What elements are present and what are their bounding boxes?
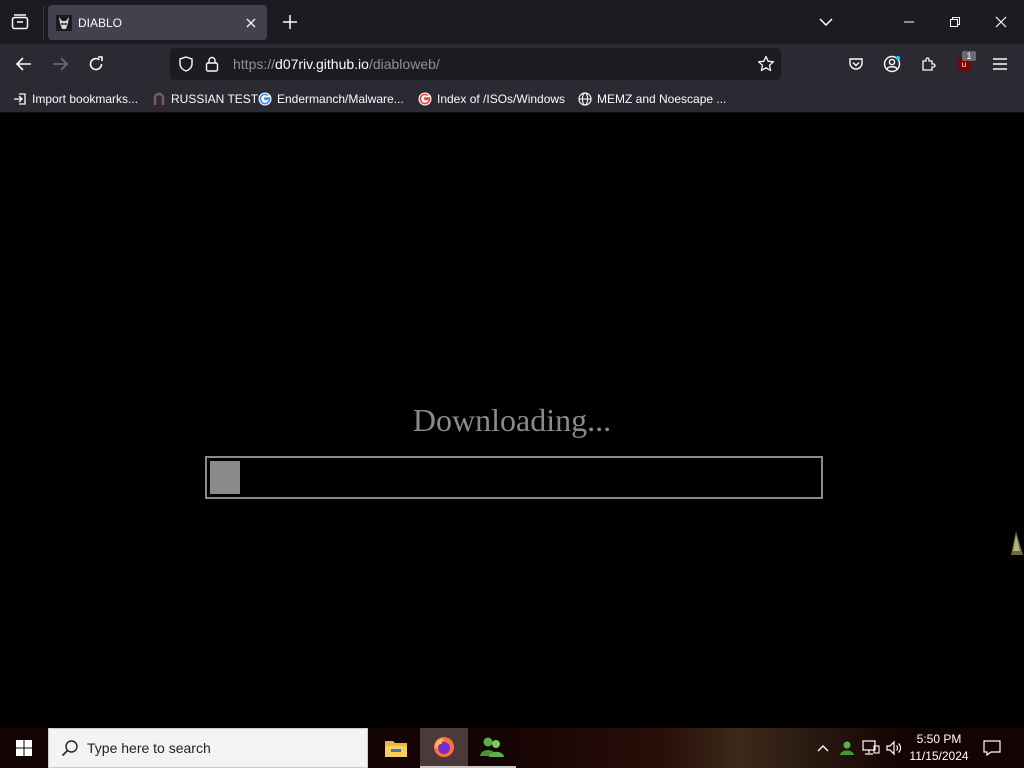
chevron-down-icon bbox=[819, 18, 833, 26]
download-progress-bar bbox=[205, 456, 823, 499]
bookmark-label: MEMZ and Noescape ... bbox=[597, 92, 727, 106]
tab-strip: DIABLO bbox=[0, 0, 1024, 44]
navigation-toolbar: https://d07riv.github.io/diabloweb/ u 1 bbox=[0, 44, 1024, 84]
windows-logo-icon bbox=[16, 740, 32, 756]
bookmark-label: Import bookmarks... bbox=[32, 92, 139, 106]
bookmark-index-isos[interactable]: Index of /ISOs/Windows bbox=[417, 90, 565, 108]
restore-button[interactable] bbox=[943, 10, 967, 34]
firefox-view-icon bbox=[11, 14, 29, 30]
restore-icon bbox=[950, 17, 960, 27]
notification-icon bbox=[983, 740, 1001, 756]
game-cursor-sprite bbox=[1011, 531, 1023, 555]
pocket-button[interactable] bbox=[844, 52, 868, 76]
tab-separator bbox=[43, 6, 44, 40]
clock-date: 11/15/2024 bbox=[909, 749, 969, 763]
url-text[interactable]: https://d07riv.github.io/diabloweb/ bbox=[233, 56, 440, 72]
bookmark-star-icon[interactable] bbox=[757, 55, 775, 73]
close-icon bbox=[246, 18, 255, 27]
svg-text:u: u bbox=[962, 60, 966, 69]
reload-icon bbox=[89, 56, 103, 71]
network-icon bbox=[862, 740, 880, 755]
taskbar-clock[interactable]: 5:50 PM 11/15/2024 bbox=[903, 731, 975, 765]
firefox-icon bbox=[434, 737, 454, 757]
tab-diablo[interactable]: DIABLO bbox=[48, 5, 267, 40]
diablo-favicon-icon bbox=[56, 14, 72, 31]
minimize-button[interactable] bbox=[897, 10, 921, 34]
taskbar-search-box[interactable]: Type here to search bbox=[48, 728, 368, 768]
google-icon bbox=[417, 91, 433, 107]
search-icon bbox=[61, 740, 78, 757]
url-host: d07riv.github.io bbox=[275, 56, 369, 72]
bookmark-label: Index of /ISOs/Windows bbox=[437, 92, 566, 106]
back-button[interactable] bbox=[12, 52, 36, 76]
chevron-up-icon bbox=[817, 745, 829, 752]
bookmark-memz[interactable]: MEMZ and Noescape ... bbox=[577, 90, 726, 108]
reload-button[interactable] bbox=[84, 52, 108, 76]
plus-icon bbox=[283, 15, 297, 29]
folder-icon bbox=[385, 741, 407, 757]
network-button[interactable] bbox=[860, 736, 882, 760]
bookmarks-toolbar: Import bookmarks... RUSSIAN TEST Enderma… bbox=[0, 84, 1024, 113]
bookmark-russian-test[interactable]: RUSSIAN TEST bbox=[151, 90, 258, 108]
import-icon bbox=[12, 91, 28, 107]
close-window-icon bbox=[995, 16, 1007, 28]
hamburger-menu-icon bbox=[993, 58, 1007, 70]
google-icon bbox=[257, 91, 273, 107]
tracking-shield-icon[interactable] bbox=[178, 56, 194, 72]
arrow-left-icon bbox=[16, 57, 31, 71]
pocket-icon bbox=[849, 58, 863, 70]
show-hidden-icons-button[interactable] bbox=[812, 736, 834, 760]
url-scheme: https:// bbox=[233, 56, 276, 72]
horseshoe-icon bbox=[151, 91, 167, 107]
arrow-right-icon bbox=[53, 57, 68, 71]
account-button[interactable] bbox=[880, 52, 904, 76]
puzzle-icon bbox=[922, 57, 936, 71]
tab-close-button[interactable] bbox=[242, 14, 259, 31]
speaker-icon bbox=[886, 740, 902, 756]
bookmark-label: Endermanch/Malware... bbox=[277, 92, 404, 106]
lock-icon[interactable] bbox=[205, 56, 219, 72]
close-window-button[interactable] bbox=[989, 10, 1013, 34]
extensions-button[interactable] bbox=[916, 52, 940, 76]
tray-people-icon-button[interactable] bbox=[836, 736, 858, 760]
search-placeholder: Type here to search bbox=[87, 740, 211, 756]
list-all-tabs-button[interactable] bbox=[814, 10, 838, 34]
bookmark-endermanch[interactable]: Endermanch/Malware... bbox=[257, 90, 404, 108]
globe-icon bbox=[577, 91, 593, 107]
address-bar[interactable]: https://d07riv.github.io/diabloweb/ bbox=[170, 48, 781, 80]
url-path: /diabloweb/ bbox=[368, 56, 440, 72]
clock-time: 5:50 PM bbox=[916, 732, 962, 746]
forward-button[interactable] bbox=[48, 52, 72, 76]
progress-fill bbox=[210, 461, 240, 494]
users-icon bbox=[480, 737, 504, 757]
loading-text: Downloading... bbox=[412, 402, 612, 438]
page-content: Downloading... bbox=[0, 113, 1024, 728]
bookmark-label: RUSSIAN TEST bbox=[171, 92, 259, 106]
bookmark-import[interactable]: Import bookmarks... bbox=[12, 90, 138, 108]
new-tab-button[interactable] bbox=[280, 12, 300, 32]
account-icon bbox=[883, 55, 901, 73]
notifications-button[interactable] bbox=[980, 736, 1004, 760]
minimize-icon bbox=[904, 21, 914, 23]
extension-badge: 1 bbox=[962, 51, 976, 61]
app-menu-button[interactable] bbox=[988, 52, 1012, 76]
firefox-view-button[interactable] bbox=[8, 10, 32, 34]
start-button[interactable] bbox=[0, 728, 48, 768]
taskbar-people-app[interactable] bbox=[468, 728, 516, 768]
windows-taskbar: Type here to search 5:50 PM 11/15/2024 bbox=[0, 728, 1024, 768]
people-tray-icon bbox=[840, 741, 854, 755]
volume-button[interactable] bbox=[883, 736, 905, 760]
tab-title: DIABLO bbox=[78, 15, 123, 30]
taskbar-firefox[interactable] bbox=[420, 728, 468, 768]
taskbar-file-explorer[interactable] bbox=[372, 728, 420, 768]
